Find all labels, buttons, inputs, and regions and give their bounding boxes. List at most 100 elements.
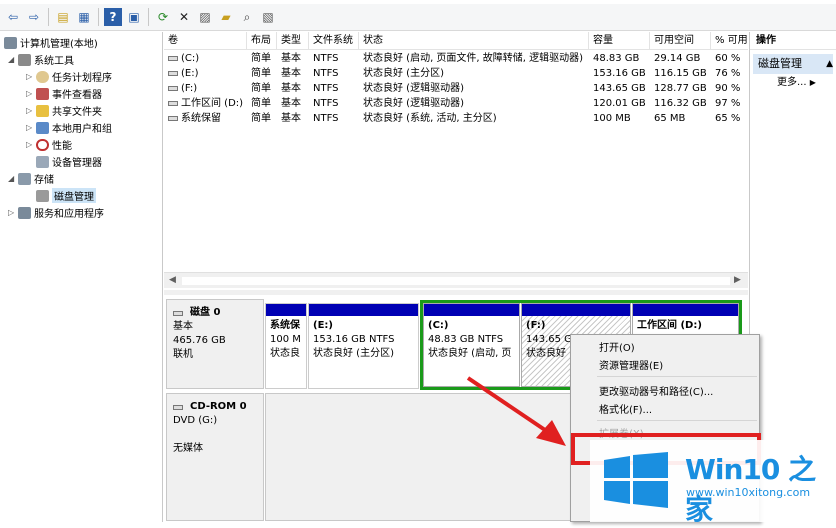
tree-storage[interactable]: ◢ 存储: [8, 170, 54, 187]
menu-item-format[interactable]: 格式化(F)...: [599, 401, 652, 416]
tree-device-manager[interactable]: 设备管理器: [36, 153, 102, 170]
volume-name: (F:): [181, 83, 198, 94]
volume-row[interactable]: (F:) 简单 基本 NTFS 状态良好 (逻辑驱动器) 143.65 GB 128.77 …: [164, 81, 748, 96]
column-header-free-space[interactable]: 可用空间: [650, 32, 711, 50]
volume-cell: 状态良好 (逻辑驱动器): [363, 98, 464, 109]
actions-section-disk-management[interactable]: 磁盘管理 ▲: [753, 54, 833, 74]
tree-services[interactable]: ▷ 服务和应用程序: [8, 204, 104, 221]
column-header-percent-free[interactable]: % 可用: [711, 32, 748, 50]
tree-shared-folders[interactable]: ▷ 共享文件夹: [26, 102, 102, 119]
expand-icon[interactable]: ▷: [26, 123, 36, 132]
menu-item-open[interactable]: 打开(O): [599, 339, 635, 354]
expand-icon[interactable]: ▷: [26, 72, 36, 81]
volume-cell: 状态良好 (主分区): [363, 68, 444, 79]
open-icon[interactable]: ▰: [217, 8, 235, 26]
up-icon[interactable]: ▤: [54, 8, 72, 26]
export-icon[interactable]: ▧: [259, 8, 277, 26]
tools-icon: [18, 53, 31, 66]
volume-cell: 29.14 GB: [654, 53, 701, 64]
volume-icon: [168, 100, 178, 106]
volume-cell: (F:): [164, 81, 247, 96]
properties2-icon[interactable]: ▨: [196, 8, 214, 26]
volume-cell: 状态良好 (系统, 活动, 主分区): [363, 113, 497, 124]
search-icon[interactable]: ⌕: [238, 8, 256, 26]
tree-system-tools[interactable]: ◢ 系统工具: [8, 51, 74, 68]
delete-icon[interactable]: ✕: [175, 8, 193, 26]
volume-cell: 90 %: [715, 83, 741, 94]
scroll-thumb[interactable]: [182, 277, 730, 285]
volume-cell: 简单: [251, 68, 271, 79]
volume-cell: (C:): [164, 51, 247, 66]
partition-bar: [266, 304, 306, 316]
disk-management-icon: [36, 189, 49, 202]
volume-cell: 116.32 GB: [654, 98, 707, 109]
scroll-right-icon[interactable]: ▶: [734, 275, 741, 285]
submenu-arrow-icon: ▶: [809, 78, 816, 87]
forward-icon[interactable]: ⇨: [25, 8, 43, 26]
back-icon[interactable]: ⇦: [4, 8, 22, 26]
volume-row[interactable]: (E:) 简单 基本 NTFS 状态良好 (主分区) 153.16 GB 116.15 GB…: [164, 66, 748, 81]
collapse-arrow-icon[interactable]: ▲: [826, 54, 833, 74]
volume-cell: 153.16 GB: [593, 68, 646, 79]
partition-system-reserved[interactable]: 系统保 100 M 状态良: [265, 303, 307, 389]
partition-c[interactable]: (C:) 48.83 GB NTFS 状态良好 (启动, 页: [423, 303, 520, 387]
volume-cell: 48.83 GB: [593, 53, 640, 64]
toolbar: ⇦ ⇨ ▤ ▦ ? ▣ ⟳ ✕ ▨ ▰ ⌕ ▧: [0, 4, 836, 31]
expand-icon[interactable]: ▷: [26, 106, 36, 115]
volume-list-header: 卷 布局 类型 文件系统 状态 容量 可用空间 % 可用: [164, 32, 748, 50]
performance-icon: [36, 138, 49, 151]
refresh-icon[interactable]: ⟳: [154, 8, 172, 26]
column-header-status[interactable]: 状态: [359, 32, 589, 50]
volume-cell: 120.01 GB: [593, 98, 646, 109]
partition-e[interactable]: (E:) 153.16 GB NTFS 状态良好 (主分区): [308, 303, 419, 389]
volume-cell: 简单: [251, 53, 271, 64]
tree-performance[interactable]: ▷ 性能: [26, 136, 72, 153]
volume-cell: 基本: [281, 113, 301, 124]
column-header-filesystem[interactable]: 文件系统: [309, 32, 359, 50]
volume-cell: 简单: [251, 113, 271, 124]
menu-item-change-drive-letter[interactable]: 更改驱动器号和路径(C)...: [599, 383, 713, 398]
tree-task-scheduler[interactable]: ▷ 任务计划程序: [26, 68, 112, 85]
partition-bar: [309, 304, 418, 316]
console-tree: 计算机管理(本地) ◢ 系统工具 ▷ 任务计划程序 ▷ 事件查看器 ▷ 共享文件…: [0, 32, 163, 522]
menu-separator: [597, 420, 757, 421]
volume-cell: 状态良好 (启动, 页面文件, 故障转储, 逻辑驱动器): [363, 53, 584, 64]
horizontal-scrollbar[interactable]: ◀ ▶: [164, 272, 748, 288]
shared-folder-icon: [36, 104, 49, 117]
cdrom-label[interactable]: CD-ROM 0 DVD (G:) 无媒体: [166, 393, 264, 521]
tree-event-viewer[interactable]: ▷ 事件查看器: [26, 85, 102, 102]
help-icon[interactable]: ?: [104, 8, 122, 26]
tree-root[interactable]: 计算机管理(本地): [4, 34, 98, 51]
properties-icon[interactable]: ▣: [125, 8, 143, 26]
collapse-icon[interactable]: ◢: [8, 174, 18, 183]
volume-cell: 65 %: [715, 113, 741, 124]
collapse-icon[interactable]: ◢: [8, 55, 18, 64]
tree-disk-management[interactable]: 磁盘管理: [36, 187, 96, 204]
volume-name: 系统保留: [181, 113, 221, 124]
expand-icon[interactable]: ▷: [26, 89, 36, 98]
volume-cell: 工作区间 (D:): [164, 96, 247, 111]
volume-row[interactable]: 系统保留 简单 基本 NTFS 状态良好 (系统, 活动, 主分区) 100 MB 65 M…: [164, 111, 748, 126]
cdrom-icon: [173, 404, 183, 410]
column-header-layout[interactable]: 布局: [247, 32, 277, 50]
expand-icon[interactable]: ▷: [8, 208, 18, 217]
windows-logo-icon: [604, 452, 668, 508]
expand-icon[interactable]: ▷: [26, 140, 36, 149]
volume-icon: [168, 70, 178, 76]
volume-cell: 76 %: [715, 68, 741, 79]
volume-row[interactable]: (C:) 简单 基本 NTFS 状态良好 (启动, 页面文件, 故障转储, 逻辑驱动器)…: [164, 51, 748, 66]
volume-cell: NTFS: [313, 53, 339, 64]
toolbar-divider: [98, 8, 99, 26]
actions-more[interactable]: 更多... ▶: [750, 74, 836, 92]
volume-cell: 100 MB: [593, 113, 631, 124]
show-hide-tree-icon[interactable]: ▦: [75, 8, 93, 26]
users-icon: [36, 121, 49, 134]
column-header-volume[interactable]: 卷: [164, 32, 247, 50]
tree-local-users[interactable]: ▷ 本地用户和组: [26, 119, 112, 136]
scroll-left-icon[interactable]: ◀: [169, 275, 176, 285]
disk0-label[interactable]: 磁盘 0 基本 465.76 GB 联机: [166, 299, 264, 389]
column-header-type[interactable]: 类型: [277, 32, 309, 50]
menu-item-explorer[interactable]: 资源管理器(E): [599, 357, 663, 372]
volume-row[interactable]: 工作区间 (D:) 简单 基本 NTFS 状态良好 (逻辑驱动器) 120.01 GB 11…: [164, 96, 748, 111]
column-header-capacity[interactable]: 容量: [589, 32, 650, 50]
